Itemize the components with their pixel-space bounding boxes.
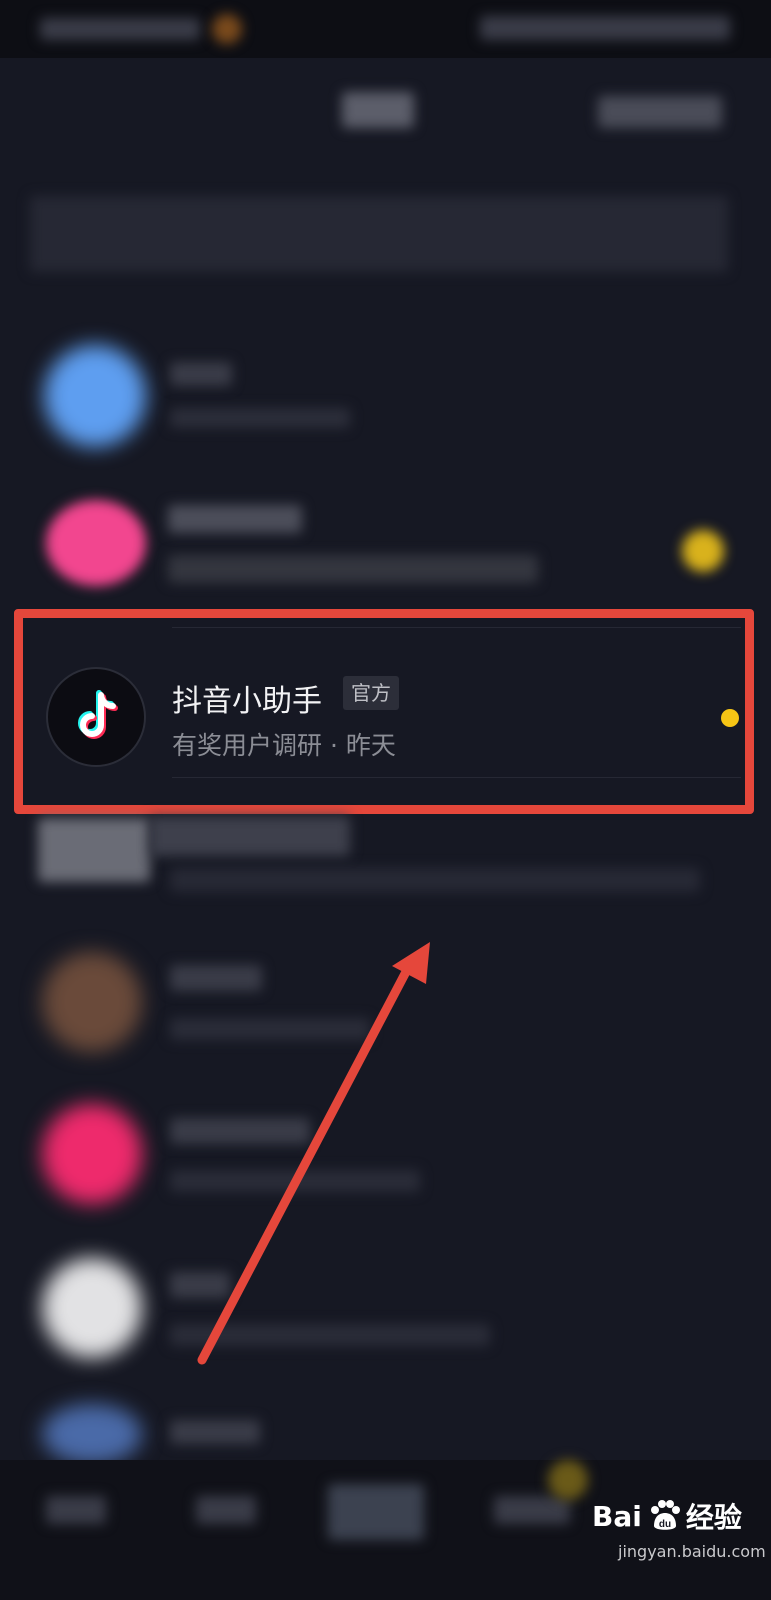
watermark-brand-right: 经验 [685,1501,742,1534]
paw-icon: du [650,1500,680,1530]
baidu-watermark: Bai du 经验 [592,1496,742,1536]
watermark-brand-mid: du [659,1519,671,1530]
watermark-url: jingyan.baidu.com [618,1542,766,1561]
annotation-arrow [197,942,430,1365]
watermark-brand-left: Bai [592,1499,642,1533]
